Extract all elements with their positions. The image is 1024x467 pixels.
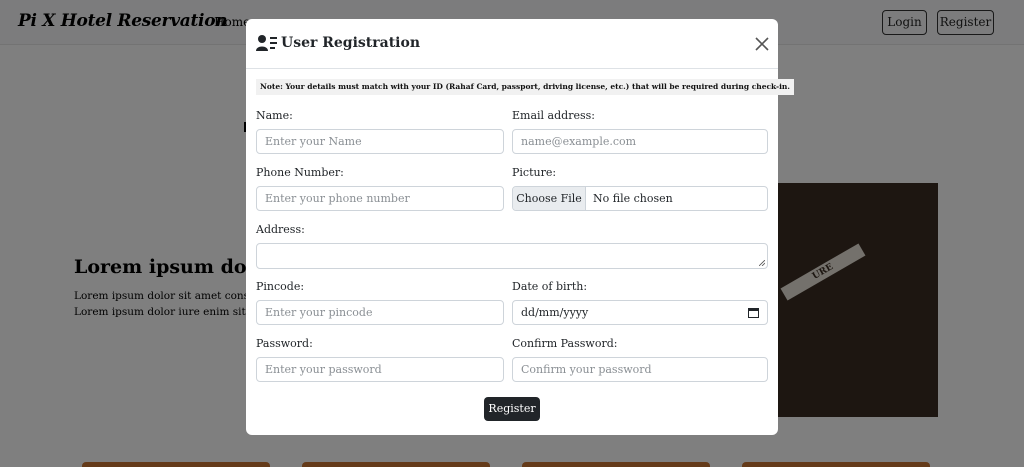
resize-grip-icon[interactable] — [759, 260, 765, 266]
confirm-password-label: Confirm Password: — [512, 337, 618, 350]
modal-header: User Registration — [246, 19, 778, 69]
id-note: Note: Your details must match with your … — [256, 79, 794, 95]
close-icon[interactable] — [752, 34, 772, 54]
address-textarea[interactable] — [256, 243, 768, 269]
password-input[interactable]: Enter your password — [256, 357, 504, 382]
user-list-icon — [256, 35, 277, 51]
phone-input[interactable]: Enter your phone number — [256, 186, 504, 211]
name-input[interactable]: Enter your Name — [256, 129, 504, 154]
email-label: Email address: — [512, 109, 595, 122]
email-input[interactable]: name@example.com — [512, 129, 768, 154]
phone-label: Phone Number: — [256, 166, 344, 179]
picture-label: Picture: — [512, 166, 557, 179]
password-label: Password: — [256, 337, 313, 350]
choose-file-button[interactable]: Choose File — [513, 187, 586, 210]
address-label: Address: — [256, 223, 305, 236]
picture-file-input[interactable]: Choose File No file chosen — [512, 186, 768, 211]
dob-label: Date of birth: — [512, 280, 588, 293]
pincode-label: Pincode: — [256, 280, 305, 293]
name-label: Name: — [256, 109, 293, 122]
calendar-icon[interactable] — [748, 307, 759, 318]
dob-input[interactable]: dd/mm/yyyy — [512, 300, 768, 325]
confirm-password-input[interactable]: Confirm your password — [512, 357, 768, 382]
file-status: No file chosen — [593, 192, 673, 205]
modal-title: User Registration — [281, 35, 420, 51]
register-submit-button[interactable]: Register — [484, 397, 540, 421]
pincode-input[interactable]: Enter your pincode — [256, 300, 504, 325]
dob-placeholder: dd/mm/yyyy — [521, 306, 589, 319]
registration-modal: User Registration Note: Your details mus… — [246, 19, 794, 435]
